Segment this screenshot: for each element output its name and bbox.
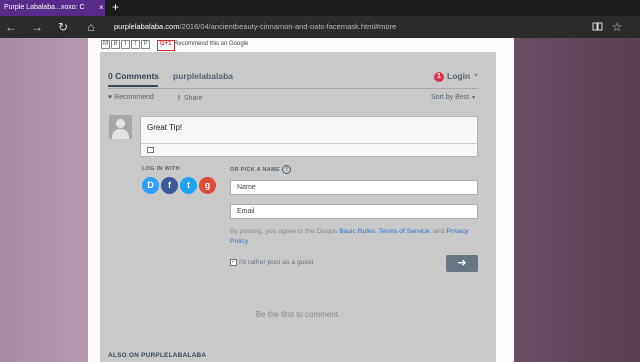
google-login-icon[interactable]: g (199, 177, 216, 194)
guest-checkbox[interactable]: ✓ (230, 259, 237, 266)
content-margin-right (496, 38, 514, 362)
pick-name-label: OR PICK A NAME (230, 167, 280, 173)
login-with-label: LOG IN WITH (142, 166, 180, 172)
email-field[interactable]: Email (230, 204, 478, 219)
recommend-button[interactable]: ♥ Recommend (108, 94, 154, 101)
arrow-right-icon: ➜ (457, 257, 467, 269)
pinterest-share-icon[interactable]: P (141, 40, 150, 49)
email-placeholder: Email (237, 208, 255, 215)
address-bar[interactable]: purplelabalaba.com/2016/04/ancientbeauty… (114, 20, 574, 34)
notification-badge: 1 (434, 72, 444, 82)
terms-and: , and (429, 228, 447, 235)
avatar-head (116, 119, 125, 128)
twitter-login-icon[interactable]: t (180, 177, 197, 194)
avatar (109, 115, 132, 139)
terms-text: By posting, you agree to the Disqus Basi… (230, 227, 480, 247)
divider (108, 88, 478, 89)
email-share-icon[interactable]: M (101, 40, 110, 49)
terms-of-service-link[interactable]: Terms of Service (379, 228, 430, 235)
navigation-bar: ← → ↻ ⌂ purplelabalaba.com/2016/04/ancie… (0, 16, 640, 38)
empty-comments-message: Be the first to comment. (255, 310, 341, 319)
home-icon[interactable]: ⌂ (82, 16, 100, 38)
chevron-down-icon: ▼ (473, 73, 479, 79)
google-plus-button[interactable]: G+1 (157, 40, 175, 51)
textarea-toolbar-divider (141, 143, 477, 144)
comments-count-tab[interactable]: 0 Comments (108, 71, 159, 81)
active-tab-indicator (108, 85, 158, 87)
help-icon[interactable]: ? (282, 165, 291, 174)
name-placeholder: Name (237, 184, 256, 191)
also-on-heading: ALSO ON PURPLELABALABA (108, 352, 207, 359)
disqus-login-icon[interactable]: D (142, 177, 159, 194)
avatar-body (112, 129, 129, 139)
tab-bar: Purple Labalaba...xoxo: C × + (0, 0, 640, 16)
sort-dropdown[interactable]: Sort by Best ▼ (431, 94, 476, 101)
name-field[interactable]: Name (230, 180, 478, 195)
twitter-share-icon[interactable]: t (121, 40, 130, 49)
recommend-google-text: Recommend this on Google (174, 41, 249, 47)
submit-comment-button[interactable]: ➜ (446, 255, 478, 272)
recommend-label: Recommend (114, 94, 154, 101)
close-tab-icon[interactable]: × (99, 0, 104, 16)
comment-textarea[interactable]: Great Tip! (140, 116, 478, 157)
favorite-star-icon[interactable]: ☆ (608, 16, 626, 38)
heart-icon: ♥ (108, 94, 113, 101)
browser-tab[interactable]: Purple Labalaba...xoxo: C (0, 0, 105, 16)
back-icon[interactable]: ← (2, 16, 20, 38)
share-label: Share (183, 95, 203, 102)
image-upload-icon[interactable] (147, 147, 154, 153)
guest-label: I'd rather post as a guest (239, 259, 314, 266)
basic-rules-link[interactable]: Basic Rules (339, 228, 375, 235)
login-button[interactable]: Login (447, 71, 470, 81)
content-margin-left (88, 38, 100, 362)
tab-title: Purple Labalaba...xoxo: C (4, 4, 85, 11)
url-path: /2016/04/ancientbeauty-cinnamon-and-oats… (179, 22, 397, 31)
blogger-share-icon[interactable]: B (111, 40, 120, 49)
reading-view-icon[interactable] (588, 16, 606, 38)
share-bar: M B t f P G+1 Recommend this on Google (100, 38, 496, 52)
chevron-down-icon: ▼ (471, 95, 477, 101)
share-icon: ⇪ (176, 95, 182, 102)
comment-text: Great Tip! (147, 123, 183, 132)
facebook-login-icon[interactable]: f (161, 177, 178, 194)
forum-name-tab[interactable]: purplelabalaba (173, 71, 233, 81)
disqus-comments: 0 Comments purplelabalaba 1 Login ▼ ♥ Re… (100, 52, 496, 362)
sort-label: Sort by Best (431, 94, 470, 101)
url-domain: purplelabalaba.com (114, 22, 180, 31)
forward-icon[interactable]: → (28, 16, 46, 38)
terms-prefix: By posting, you agree to the Disqus (230, 228, 340, 235)
facebook-share-icon[interactable]: f (131, 40, 140, 49)
background-shade (514, 38, 640, 362)
share-button[interactable]: ⇪ Share (176, 94, 203, 102)
refresh-icon[interactable]: ↻ (54, 16, 72, 38)
new-tab-button[interactable]: + (112, 0, 119, 15)
